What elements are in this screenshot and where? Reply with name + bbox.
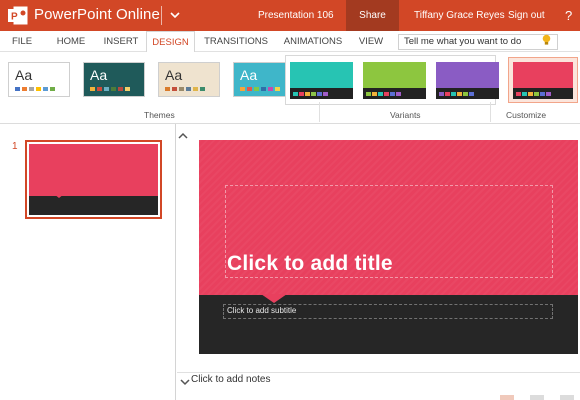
theme-thumbnail[interactable]: Aa <box>8 62 70 97</box>
slide-thumbnail-panel: 1 <box>0 124 176 400</box>
share-button[interactable]: Share <box>346 0 399 31</box>
title-bar: P PowerPoint Online Presentation 106 Sha… <box>0 0 580 31</box>
notes-placeholder[interactable]: Click to add notes <box>191 374 271 385</box>
tab-animations[interactable]: ANIMATIONS <box>280 31 346 52</box>
design-ribbon: Aa Aa Aa Aa Themes Variants Customize <box>0 52 580 124</box>
user-name[interactable]: Tiffany Grace Reyes <box>414 10 505 21</box>
slide-notch <box>261 294 287 303</box>
theme-color-swatches <box>240 87 280 91</box>
powerpoint-logo-icon[interactable]: P <box>8 6 28 25</box>
theme-color-swatches <box>15 87 55 91</box>
theme-color-swatches <box>165 87 205 91</box>
slide-thumbnail[interactable] <box>25 140 162 219</box>
theme-sample-text: Aa <box>240 67 258 83</box>
theme-color-swatches <box>90 87 130 91</box>
slide-number: 1 <box>12 141 18 152</box>
normal-view-icon-active[interactable] <box>500 395 514 400</box>
theme-thumbnail[interactable]: Aa <box>83 62 145 97</box>
tab-transitions[interactable]: TRANSITIONS <box>202 31 270 52</box>
svg-text:P: P <box>11 12 18 23</box>
theme-thumbnail[interactable]: Aa <box>158 62 220 97</box>
variant-color-swatches <box>293 92 328 96</box>
variants-group-label: Variants <box>390 110 421 120</box>
notes-bar[interactable]: Click to add notes <box>177 372 580 400</box>
current-slide: Click to add title Click to add subtitle <box>199 140 578 354</box>
group-divider <box>319 102 320 122</box>
variant-color-swatches <box>366 92 401 96</box>
document-name[interactable]: Presentation 106 <box>258 10 334 21</box>
variant-thumbnail[interactable] <box>290 62 353 99</box>
reading-view-icon[interactable] <box>530 395 544 400</box>
lightbulb-icon[interactable] <box>541 34 552 46</box>
themes-group-label: Themes <box>144 110 175 120</box>
tab-design[interactable]: DESIGN <box>146 31 195 53</box>
slide-thumbnail-preview <box>29 144 158 215</box>
variants-gallery <box>285 55 499 105</box>
chevron-down-icon[interactable] <box>180 377 190 387</box>
variant-color-swatches <box>439 92 474 96</box>
tab-view[interactable]: VIEW <box>356 31 386 52</box>
customize-button[interactable] <box>508 57 578 103</box>
variant-thumbnail[interactable] <box>436 62 499 99</box>
app-name[interactable]: PowerPoint Online <box>34 6 160 23</box>
variant-thumbnail[interactable] <box>363 62 426 99</box>
title-separator <box>161 6 162 25</box>
chevron-up-icon[interactable] <box>177 130 189 142</box>
group-divider <box>490 102 491 122</box>
title-placeholder[interactable]: Click to add title <box>227 252 393 276</box>
theme-sample-text: Aa <box>165 67 183 83</box>
subtitle-placeholder[interactable]: Click to add subtitle <box>227 306 296 315</box>
customize-preview <box>513 62 573 99</box>
tell-me-search[interactable]: Tell me what you want to do <box>398 34 558 50</box>
help-icon[interactable]: ? <box>565 8 572 23</box>
theme-sample-text: Aa <box>90 67 108 83</box>
ribbon-tabs: FILE HOME INSERT DESIGN TRANSITIONS ANIM… <box>0 31 580 53</box>
customize-group-label: Customize <box>506 110 547 120</box>
theme-sample-text: Aa <box>15 67 33 83</box>
tab-home[interactable]: HOME <box>52 31 90 52</box>
chevron-down-icon[interactable] <box>168 8 182 22</box>
slideshow-view-icon[interactable] <box>560 395 574 400</box>
sign-out-link[interactable]: Sign out <box>508 10 545 21</box>
tab-file[interactable]: FILE <box>6 31 38 52</box>
tab-insert[interactable]: INSERT <box>100 31 142 52</box>
tell-me-text: Tell me what you want to do <box>404 36 522 47</box>
